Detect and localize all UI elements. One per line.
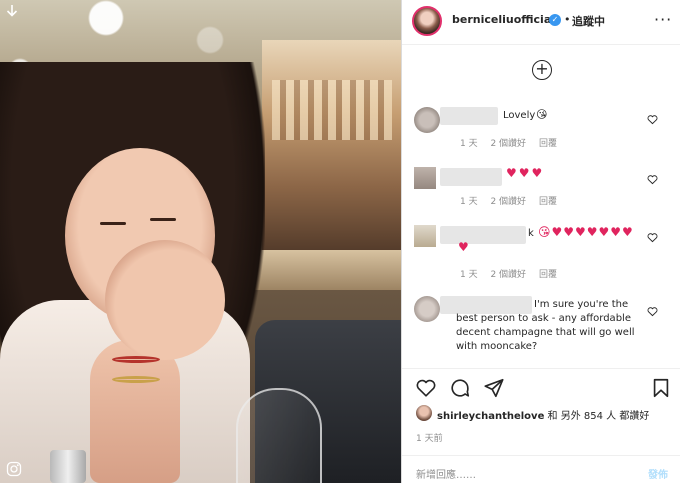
paper-plane-icon[interactable] (483, 377, 505, 399)
author-username[interactable]: berniceliuofficial (452, 13, 555, 26)
comment-likes-count[interactable]: 2 個讚好 (490, 139, 526, 149)
more-options-icon[interactable]: ··· (654, 10, 672, 29)
wristwatch (50, 450, 86, 483)
actions-divider (402, 368, 680, 369)
gold-bracelet (112, 376, 160, 383)
woman-eye-left (100, 222, 126, 225)
liker-username[interactable]: shirleychanthelove (437, 411, 544, 422)
comment-text: I'm sure you're the best person to ask -… (456, 299, 635, 352)
comment-like-heart-icon[interactable] (647, 114, 658, 125)
heart-icon[interactable] (415, 377, 437, 399)
woman-eye-right (150, 218, 176, 221)
emoji-sequence-line2: ♥ (458, 240, 471, 254)
kiss-emoji: 😘 (536, 108, 548, 121)
commenter-avatar[interactable] (414, 167, 436, 189)
comment-meta: 1 天 2 個讚好 回覆 (460, 194, 567, 207)
comment-likes-count[interactable]: 2 個讚好 (490, 197, 526, 207)
load-more-comments-button[interactable]: + (532, 60, 552, 80)
commenter-avatar[interactable] (414, 225, 436, 247)
wine-glass (236, 388, 322, 483)
likes-summary[interactable]: shirleychanthelove 和 另外 854 人 都讚好 (437, 407, 649, 422)
comment-icon[interactable] (449, 377, 471, 399)
blurred-username (440, 168, 502, 186)
post-timestamp: 1 天前 (416, 434, 443, 444)
comment-text: k (528, 228, 534, 239)
comment-likes-count[interactable]: 2 個讚好 (490, 270, 526, 280)
comment-meta: 1 天 2 個讚好 回覆 (460, 267, 567, 280)
following-button[interactable]: 追蹤中 (572, 13, 605, 29)
commenter-avatar[interactable] (414, 296, 440, 322)
composer-divider (402, 455, 680, 456)
post-comment-button[interactable]: 發佈 (648, 466, 668, 481)
bookmark-icon[interactable] (650, 377, 672, 399)
post-header: berniceliuofficial ✓ • 追蹤中 ··· (402, 0, 680, 45)
emoji-sequence: 😘♥♥♥♥♥♥♥ (538, 225, 634, 239)
comment-age: 1 天 (460, 197, 478, 207)
author-avatar[interactable] (412, 6, 442, 36)
add-comment-input[interactable]: 新增回應…… (416, 466, 476, 481)
background-bar-shelf (262, 40, 401, 250)
comment-text: Lovely (503, 110, 536, 121)
red-bracelet (112, 356, 160, 363)
woman-hand (105, 240, 225, 360)
blurred-username (440, 107, 498, 125)
comment-like-heart-icon[interactable] (647, 232, 658, 243)
post-photo[interactable] (0, 0, 401, 483)
comment-like-heart-icon[interactable] (647, 306, 658, 317)
liker-avatar[interactable] (416, 405, 432, 421)
comment-reply-link[interactable]: 回覆 (539, 270, 557, 280)
blurred-username (440, 226, 526, 244)
post-side-panel: berniceliuofficial ✓ • 追蹤中 ··· + Lovely … (401, 0, 680, 483)
comment-reply-link[interactable]: 回覆 (539, 139, 557, 149)
comment-meta: 1 天 2 個讚好 回覆 (460, 136, 567, 149)
comment-age: 1 天 (460, 270, 478, 280)
verified-badge-icon: ✓ (549, 14, 561, 26)
likes-count-text: 和 另外 854 人 都讚好 (544, 411, 650, 422)
comment-like-heart-icon[interactable] (647, 174, 658, 185)
hearts-emoji: ♥♥♥ (506, 166, 545, 180)
instagram-glyph-icon (6, 461, 22, 477)
header-separator: • (564, 13, 571, 26)
comment-age: 1 天 (460, 139, 478, 149)
download-arrow-icon[interactable] (6, 4, 18, 18)
comment-reply-link[interactable]: 回覆 (539, 197, 557, 207)
commenter-avatar[interactable] (414, 107, 440, 133)
